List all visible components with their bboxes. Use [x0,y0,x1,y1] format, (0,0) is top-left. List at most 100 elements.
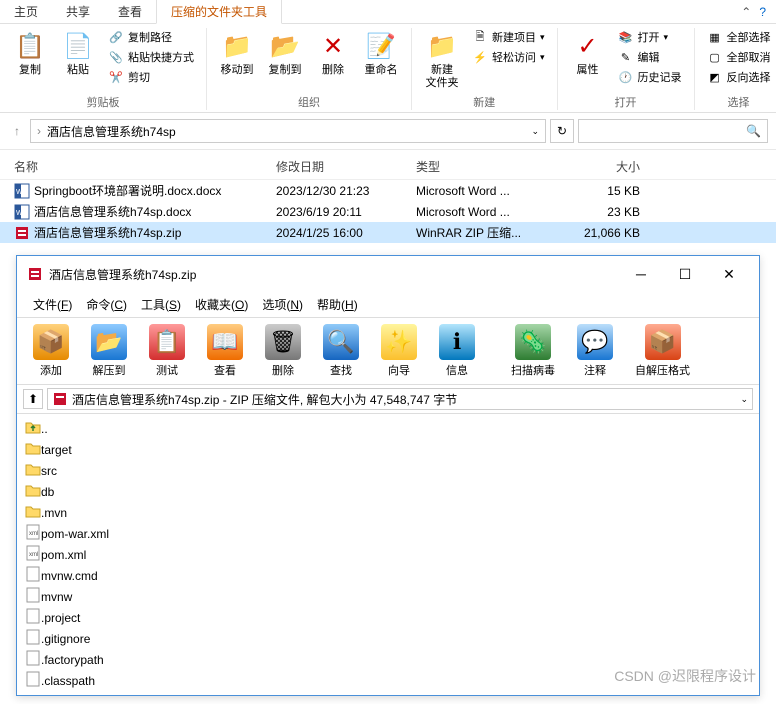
up-button[interactable]: ⬆ [23,389,43,409]
delete-button[interactable]: 🗑删除 [255,322,311,380]
file-row[interactable]: W酒店信息管理系统h74sp.docx2023/6/19 20:11Micros… [0,201,776,222]
minimize-button[interactable]: ─ [621,262,661,286]
select-all-button[interactable]: ▦全部选择 [703,28,775,46]
file-row[interactable]: WSpringboot环境部署说明.docx.docx2023/12/30 21… [0,180,776,201]
organize-group-label: 组织 [298,92,320,110]
refresh-button[interactable]: ↻ [550,119,574,143]
archive-file-row[interactable]: .gitignore [25,628,751,649]
archive-file-row[interactable]: .. [25,418,751,439]
tab-view[interactable]: 查看 [104,0,156,23]
copy-to-button[interactable]: 📂 复制到 [263,28,307,79]
chevron-down-icon[interactable]: ⌄ [740,394,748,405]
menu-item[interactable]: 工具(S) [135,294,187,315]
column-size[interactable]: 大小 [560,158,640,175]
column-name[interactable]: 名称 [14,158,276,175]
archive-file-row[interactable]: xmlpom-war.xml [25,523,751,544]
copy-button[interactable]: 📋 复制 [8,28,52,79]
properties-button[interactable]: ✓ 属性 [566,28,610,79]
chevron-down-icon[interactable]: ⌄ [531,126,539,137]
comment-icon: 💬 [577,324,613,360]
rename-button[interactable]: 📝 重命名 [359,28,403,79]
history-button[interactable]: 🕐历史记录 [614,68,686,86]
info-button[interactable]: ℹ信息 [429,322,485,380]
file-type-icon: W [14,204,30,220]
extract-button[interactable]: 📂解压到 [81,322,137,380]
column-type[interactable]: 类型 [416,158,560,175]
new-item-button[interactable]: 🗎新建项目▾ [468,28,549,46]
easy-access-button[interactable]: ⚡轻松访问▾ [468,48,549,66]
file-type-icon [25,671,41,690]
archive-file-row[interactable]: mvnw.cmd [25,565,751,586]
paste-shortcut-button[interactable]: 📎粘贴快捷方式 [104,48,198,66]
zip-icon [52,391,68,407]
chevron-down-icon: ▾ [664,32,669,43]
close-button[interactable]: ✕ [709,262,749,286]
help-icon[interactable]: ? [759,5,766,19]
edit-button[interactable]: ✎编辑 [614,48,686,66]
find-button[interactable]: 🔍查找 [313,322,369,380]
file-row[interactable]: 酒店信息管理系统h74sp.zip2024/1/25 16:00WinRAR Z… [0,222,776,243]
tab-compressed-tools[interactable]: 压缩的文件夹工具 [156,0,282,24]
archive-file-row[interactable]: src [25,460,751,481]
wizard-button[interactable]: ✨向导 [371,322,427,380]
select-none-icon: ▢ [707,49,723,65]
menu-item[interactable]: 命令(C) [80,294,133,315]
file-name: .classpath [41,674,95,688]
maximize-button[interactable]: ☐ [665,262,705,286]
file-type-icon [14,225,30,241]
file-name: 酒店信息管理系统h74sp.zip [34,224,181,241]
archive-file-row[interactable]: .project [25,607,751,628]
delete-button[interactable]: ✕ 删除 [311,28,355,79]
archive-path[interactable]: 酒店信息管理系统h74sp.zip - ZIP 压缩文件, 解包大小为 47,5… [47,388,753,410]
archive-file-row[interactable]: .mvn [25,502,751,523]
search-input[interactable]: 🔍 [578,119,768,143]
archive-file-row[interactable]: mvnw [25,586,751,607]
sfx-button[interactable]: 📦自解压格式 [625,322,700,380]
invert-selection-button[interactable]: ◩反向选择 [703,68,775,86]
comment-button[interactable]: 💬注释 [567,322,623,380]
invert-icon: ◩ [707,69,723,85]
add-icon: 📦 [33,324,69,360]
select-none-button[interactable]: ▢全部取消 [703,48,775,66]
file-type: Microsoft Word ... [416,184,560,198]
paste-icon: 📄 [62,30,94,62]
file-name: src [41,464,57,478]
history-icon: 🕐 [618,69,634,85]
column-date[interactable]: 修改日期 [276,158,416,175]
edit-icon: ✎ [618,49,634,65]
archive-file-row[interactable]: db [25,481,751,502]
menu-item[interactable]: 帮助(H) [311,294,364,315]
sfx-icon: 📦 [645,324,681,360]
file-size: 15 KB [560,184,640,198]
archive-file-row[interactable]: xmlpom.xml [25,544,751,565]
test-icon: 📋 [149,324,185,360]
file-type-icon: xml [25,545,41,564]
test-button[interactable]: 📋测试 [139,322,195,380]
trash-icon: 🗑 [265,324,301,360]
tab-share[interactable]: 共享 [52,0,104,23]
watermark: CSDN @迟限程序设计 [614,666,756,686]
breadcrumb-folder[interactable]: 酒店信息管理系统h74sp [47,123,176,140]
new-item-icon: 🗎 [472,29,488,45]
delete-icon: ✕ [317,30,349,62]
file-date: 2023/6/19 20:11 [276,205,416,219]
new-folder-button[interactable]: 📁 新建 文件夹 [420,28,464,92]
breadcrumb[interactable]: › 酒店信息管理系统h74sp ⌄ [30,119,546,143]
copy-path-button[interactable]: 🔗复制路径 [104,28,198,46]
move-to-button[interactable]: 📁 移动到 [215,28,259,79]
menu-item[interactable]: 文件(F) [27,294,78,315]
ribbon-collapse-icon[interactable]: ⌃ [741,5,751,19]
view-button[interactable]: 📖查看 [197,322,253,380]
tab-home[interactable]: 主页 [0,0,52,23]
cut-button[interactable]: ✂️剪切 [104,68,198,86]
nav-up-icon[interactable]: ↑ [8,122,26,140]
scan-button[interactable]: 🦠扫描病毒 [501,322,565,380]
menu-item[interactable]: 收藏夹(O) [189,294,254,315]
properties-icon: ✓ [572,30,604,62]
add-button[interactable]: 📦添加 [23,322,79,380]
paste-button[interactable]: 📄 粘贴 [56,28,100,79]
menu-item[interactable]: 选项(N) [256,294,309,315]
file-name: db [41,485,54,499]
open-button[interactable]: 📚打开▾ [614,28,686,46]
archive-file-row[interactable]: target [25,439,751,460]
